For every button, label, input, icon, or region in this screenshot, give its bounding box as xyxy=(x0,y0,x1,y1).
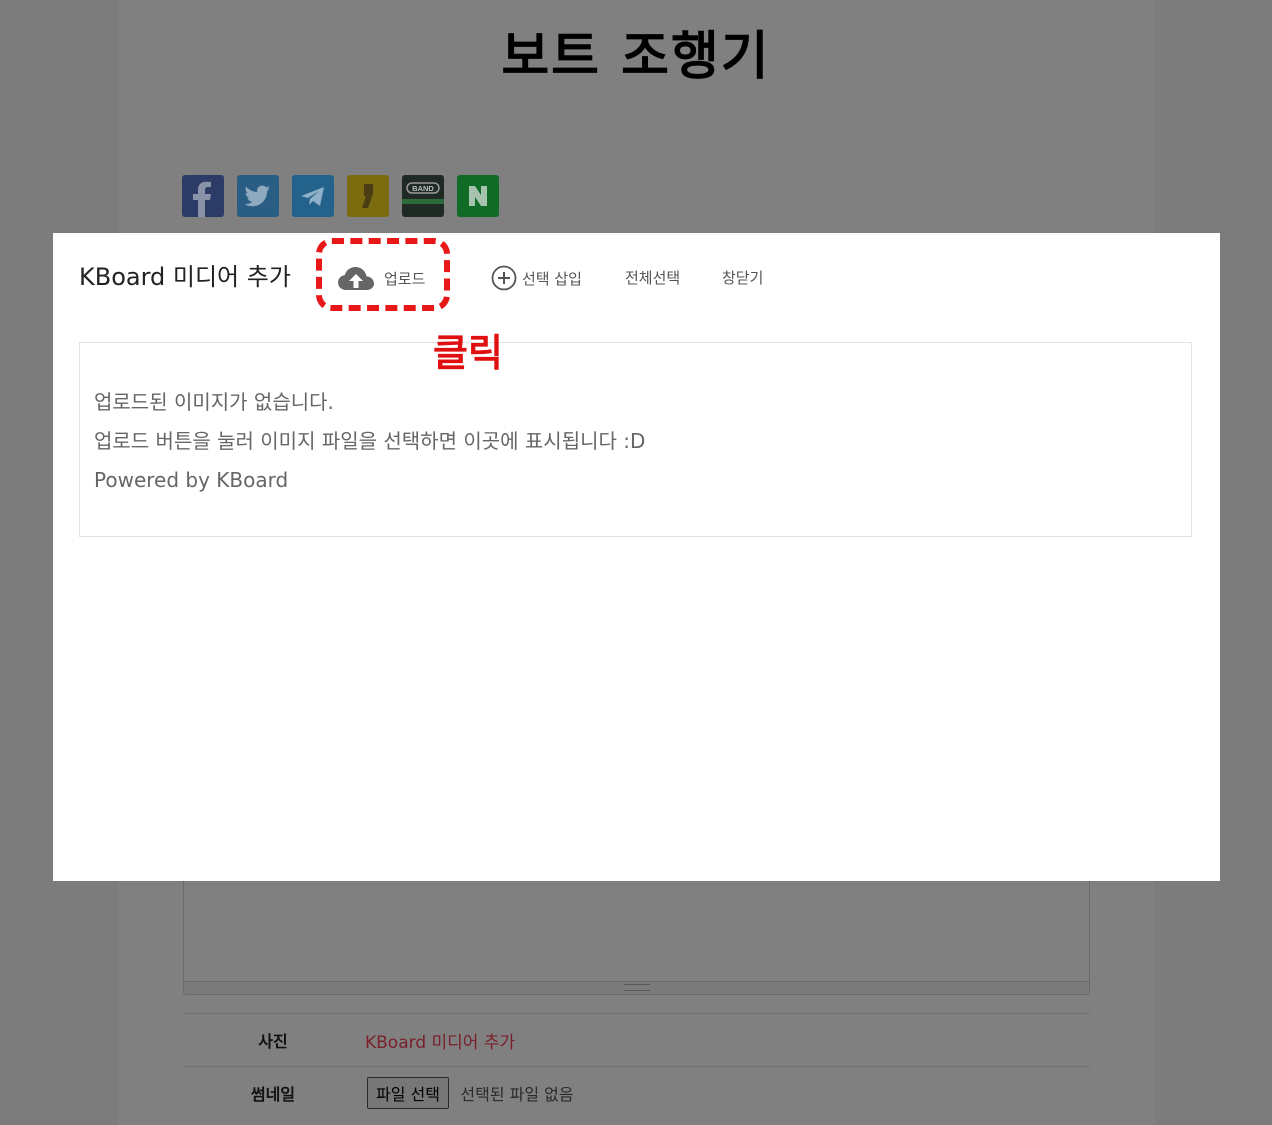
share-telegram-button[interactable] xyxy=(292,175,334,217)
media-modal: KBoard 미디어 추가 업로드 선택 삽입 전체선택 창닫기 업로드된 이미… xyxy=(53,233,1220,881)
click-annotation-label: 클릭 xyxy=(433,331,503,375)
file-select-button[interactable]: 파일 선택 xyxy=(367,1077,449,1109)
facebook-icon xyxy=(193,181,211,217)
share-facebook-button[interactable] xyxy=(182,175,224,217)
no-image-message: 업로드된 이미지가 없습니다. xyxy=(94,390,334,414)
powered-by: Powered by KBoard xyxy=(94,468,289,492)
form-row-photo: 사진 KBoard 미디어 추가 xyxy=(183,1013,1090,1066)
file-status-text: 선택된 파일 없음 xyxy=(460,1085,574,1104)
editor-resize-handle[interactable] xyxy=(184,981,1089,994)
form-row-thumbnail: 썸네일 파일 선택 선택된 파일 없음 xyxy=(183,1066,1090,1119)
plus-circle-icon xyxy=(491,265,517,291)
editor-textarea[interactable] xyxy=(183,880,1090,995)
photo-label: 사진 xyxy=(258,1032,288,1051)
share-twitter-button[interactable] xyxy=(237,175,279,217)
add-media-link[interactable]: KBoard 미디어 추가 xyxy=(365,1033,515,1053)
page-title: 보트 조행기 xyxy=(501,27,771,87)
twitter-icon xyxy=(244,185,270,207)
share-naver-button[interactable] xyxy=(457,175,499,217)
naver-icon xyxy=(469,186,487,206)
upload-highlight-annotation xyxy=(316,238,450,311)
band-label: BAND xyxy=(412,184,434,193)
resize-grip-icon xyxy=(624,984,650,991)
telegram-icon xyxy=(301,187,324,206)
insert-selected-button[interactable]: 선택 삽입 xyxy=(491,265,582,291)
close-window-button[interactable]: 창닫기 xyxy=(722,267,763,288)
select-all-button[interactable]: 전체선택 xyxy=(625,267,680,288)
modal-header: KBoard 미디어 추가 업로드 선택 삽입 전체선택 창닫기 xyxy=(79,257,879,297)
share-kakaostory-button[interactable] xyxy=(347,175,389,217)
share-band-button[interactable]: BAND xyxy=(402,175,444,217)
media-list-area: 업로드된 이미지가 없습니다. 업로드 버튼을 눌러 이미지 파일을 선택하면 … xyxy=(79,342,1192,537)
upload-instruction: 업로드 버튼을 눌러 이미지 파일을 선택하면 이곳에 표시됩니다 :D xyxy=(94,429,646,453)
share-bar: BAND xyxy=(182,175,499,217)
thumbnail-label: 썸네일 xyxy=(250,1085,296,1104)
kakaostory-icon xyxy=(362,184,373,208)
band-icon: BAND xyxy=(402,182,444,204)
insert-selected-label: 선택 삽입 xyxy=(522,269,582,288)
modal-title: KBoard 미디어 추가 xyxy=(79,263,291,291)
